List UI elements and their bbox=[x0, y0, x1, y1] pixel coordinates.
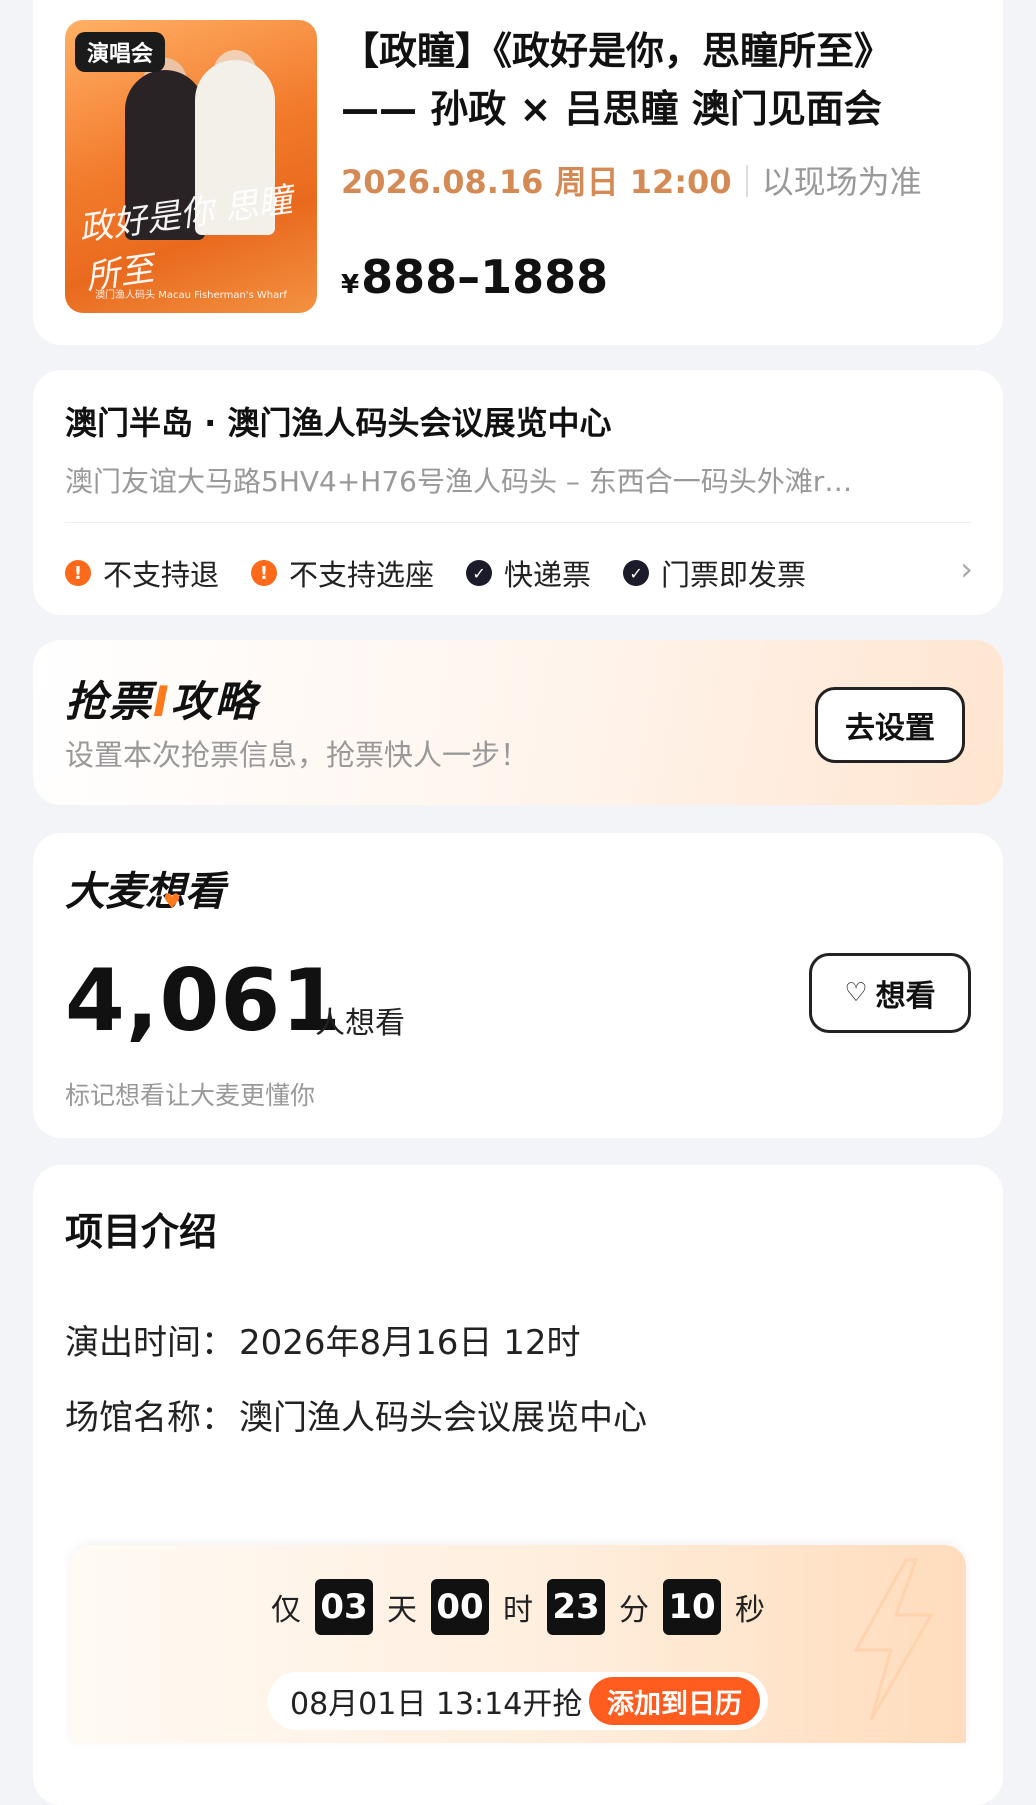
tag-no-refund: ! 不支持退 bbox=[65, 552, 219, 594]
want-count: 4,061 bbox=[65, 951, 343, 1051]
countdown-seconds-unit: 秒 bbox=[735, 1593, 765, 1628]
poster-script: 政好是你 思瞳所至 bbox=[76, 179, 295, 298]
tag-no-seat-selection: ! 不支持选座 bbox=[251, 552, 434, 594]
countdown-seconds: 10 bbox=[663, 1579, 721, 1635]
tag-label: 门票即发票 bbox=[661, 558, 807, 592]
event-title-line2: —— 孙政 × 吕思瞳 澳门见面会 bbox=[341, 87, 882, 131]
countdown-bar: 仅 03 天 00 时 23 分 10 秒 08月01日 13:14开抢 添加到… bbox=[70, 1545, 966, 1743]
heart-icon: ♥ bbox=[163, 889, 181, 913]
price-currency: ¥ bbox=[341, 270, 360, 300]
go-setting-button[interactable]: 去设置 bbox=[815, 687, 965, 763]
countdown-days-unit: 天 bbox=[387, 1593, 417, 1628]
want-button-label: 想看 bbox=[875, 979, 936, 1014]
heart-plus-icon: ♡ bbox=[844, 978, 868, 1008]
category-badge: 演唱会 bbox=[75, 32, 166, 72]
event-card: 政好是你 思瞳所至 澳门渔人码头 Macau Fisherman's Wharf… bbox=[33, 0, 1003, 345]
check-icon: ✓ bbox=[466, 560, 493, 586]
countdown-hours: 00 bbox=[431, 1579, 489, 1635]
strategy-title-b: 攻略 bbox=[170, 677, 259, 726]
venue-name: 澳门半岛 · 澳门渔人码头会议展览中心 bbox=[65, 404, 612, 442]
strategy-title-a: 抢票 bbox=[65, 677, 154, 726]
countdown-timer: 仅 03 天 00 时 23 分 10 秒 bbox=[70, 1579, 966, 1635]
event-poster[interactable]: 政好是你 思瞳所至 澳门渔人码头 Macau Fisherman's Wharf… bbox=[65, 20, 317, 313]
tag-label: 不支持退 bbox=[103, 558, 220, 592]
event-title-line1: 【政瞳】《政好是你，思瞳所至》 bbox=[341, 29, 893, 73]
sale-start-text: 08月01日 13:14开抢 bbox=[290, 1687, 583, 1722]
strategy-title: 抢票I攻略 bbox=[65, 668, 259, 729]
price-range: 888–1888 bbox=[361, 250, 609, 304]
event-date-note: 以现场为准 bbox=[761, 163, 922, 201]
want-title: 大麦想看 ♥ bbox=[65, 859, 225, 917]
event-price: ¥888–1888 bbox=[341, 250, 608, 304]
intro-time: 演出时间： 2026年8月16日 12时 bbox=[65, 1315, 581, 1364]
event-title: 【政瞳】《政好是你，思瞳所至》 —— 孙政 × 吕思瞳 澳门见面会 bbox=[341, 22, 991, 138]
want-unit: 人想看 bbox=[315, 1006, 405, 1041]
intro-time-value: 2026年8月16日 12时 bbox=[239, 1323, 581, 1363]
tag-label: 不支持选座 bbox=[289, 558, 435, 592]
want-to-see-card: 大麦想看 ♥ 4,061 人想看 标记想看让大麦更懂你 ♡ 想看 bbox=[33, 833, 1003, 1138]
warning-icon: ! bbox=[65, 560, 91, 586]
strategy-subtitle: 设置本次抢票信息，抢票快人一步！ bbox=[65, 738, 530, 772]
tag-express-ticket: ✓ 快递票 bbox=[466, 552, 591, 594]
event-date: 2026.08.16 周日 12:00 以现场为准 bbox=[341, 157, 922, 203]
divider bbox=[65, 522, 971, 523]
poster-footer: 澳门渔人码头 Macau Fisherman's Wharf bbox=[95, 290, 287, 301]
countdown-days: 03 bbox=[315, 1579, 373, 1635]
countdown-minutes-unit: 分 bbox=[619, 1593, 649, 1628]
ticket-strategy-card: 抢票I攻略 设置本次抢票信息，抢票快人一步！ 去设置 bbox=[33, 640, 1003, 805]
sale-start-pill: 08月01日 13:14开抢 添加到日历 bbox=[268, 1672, 768, 1730]
chevron-right-icon[interactable]: › bbox=[960, 550, 973, 588]
add-to-calendar-button[interactable]: 添加到日历 bbox=[589, 1677, 760, 1725]
warning-icon: ! bbox=[251, 560, 278, 586]
want-button[interactable]: ♡ 想看 bbox=[809, 953, 971, 1033]
intro-title: 项目介绍 bbox=[65, 1210, 218, 1254]
intro-time-label: 演出时间： bbox=[65, 1323, 235, 1363]
date-separator bbox=[745, 165, 748, 197]
strategy-title-highlight: I bbox=[153, 677, 171, 726]
venue-address: 澳门友谊大马路5HV4+H76号渔人码头 – 东西合一码头外滩r… bbox=[65, 465, 853, 498]
intro-venue-value: 澳门渔人码头会议展览中心 bbox=[239, 1398, 647, 1438]
countdown-hours-unit: 时 bbox=[503, 1593, 533, 1628]
venue-card[interactable]: 澳门半岛 · 澳门渔人码头会议展览中心 澳门友谊大马路5HV4+H76号渔人码头… bbox=[33, 370, 1003, 615]
countdown-prefix: 仅 bbox=[271, 1593, 301, 1628]
tag-ticket-invoice: ✓ 门票即发票 bbox=[623, 552, 806, 594]
intro-venue-label: 场馆名称： bbox=[65, 1398, 235, 1438]
event-date-value: 2026.08.16 周日 12:00 bbox=[341, 163, 732, 201]
check-icon: ✓ bbox=[623, 560, 650, 586]
countdown-minutes: 23 bbox=[547, 1579, 605, 1635]
intro-venue: 场馆名称： 澳门渔人码头会议展览中心 bbox=[65, 1390, 647, 1439]
service-tags[interactable]: ! 不支持退 ! 不支持选座 ✓ 快递票 ✓ 门票即发票 bbox=[65, 552, 838, 594]
want-title-text: 大麦想看 bbox=[65, 869, 225, 915]
tag-label: 快递票 bbox=[504, 558, 592, 592]
want-hint: 标记想看让大麦更懂你 bbox=[65, 1081, 316, 1110]
